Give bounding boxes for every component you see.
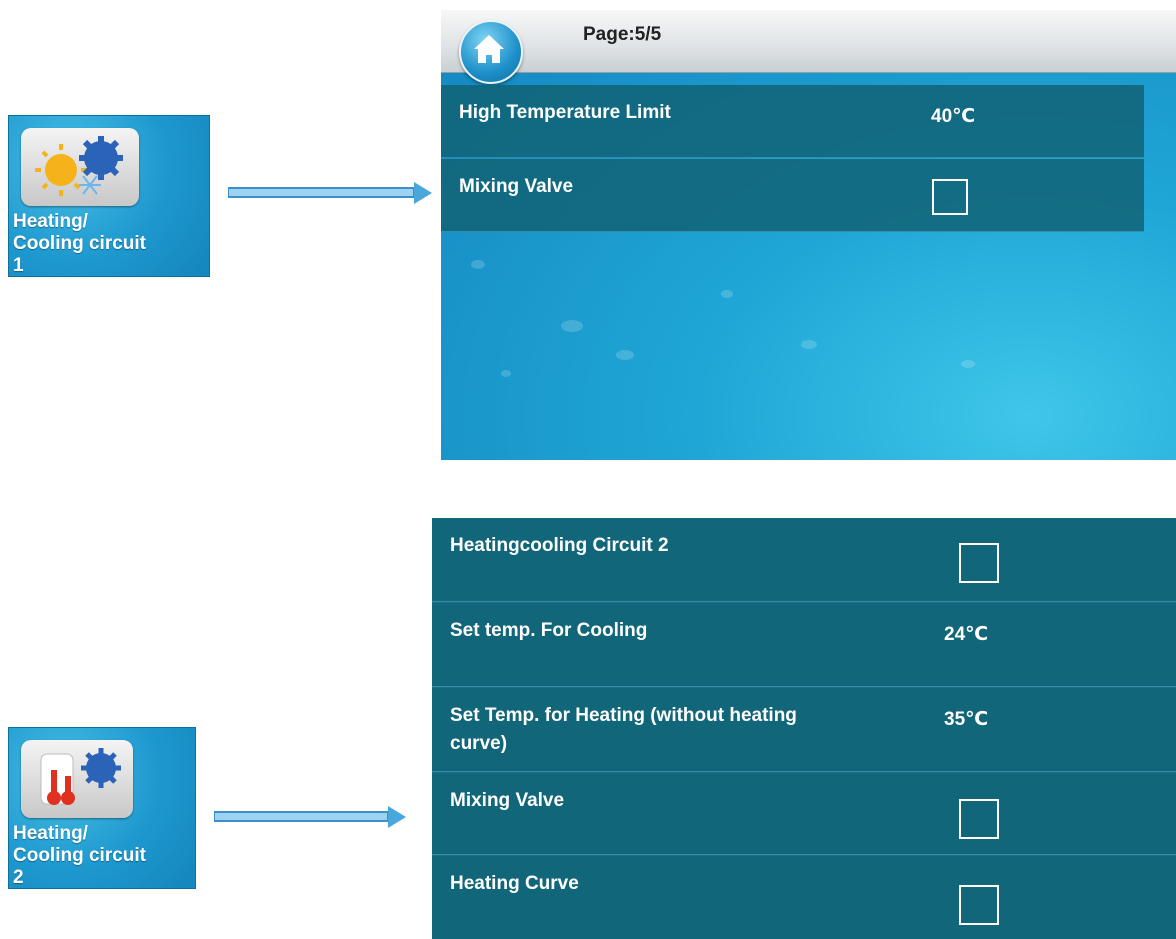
tile-label-line-1: Heating/ — [13, 823, 88, 844]
setting-label: Heatingcooling Circuit 2 — [450, 535, 669, 556]
setting-label: Mixing Valve — [459, 176, 574, 197]
settings-screen-page-5: Page:5/5 High Temperature Limit 40℃ Mixi… — [441, 10, 1176, 460]
high-temperature-limit-row[interactable]: High Temperature Limit 40℃ — [441, 85, 1144, 158]
set-temp-for-heating-row[interactable]: Set Temp. for Heating (without heating c… — [432, 688, 1176, 772]
heating-cooling-circuit-2-row: Heatingcooling Circuit 2 — [432, 518, 1176, 602]
heating-cooling-circuit-2-screen: Heatingcooling Circuit 2 Set temp. For C… — [432, 518, 1176, 939]
setting-value[interactable]: 40℃ — [931, 105, 975, 128]
setting-value[interactable]: 35℃ — [944, 708, 988, 731]
setting-label: Mixing Valve — [450, 790, 565, 811]
title-bar — [441, 10, 1176, 73]
tile-label-line-2: Cooling circuit — [13, 233, 146, 254]
setting-label: Heating Curve — [450, 873, 579, 894]
tile-label-line-1: Heating/ — [13, 211, 88, 232]
mixing-valve-row: Mixing Valve — [441, 159, 1144, 232]
sun-snowflake-gear-icon — [21, 128, 139, 206]
tile-label-line-3: 1 — [13, 255, 24, 276]
mixing-valve-checkbox[interactable] — [959, 799, 999, 839]
heating-curve-row: Heating Curve — [432, 856, 1176, 939]
tile-label-line-3: 2 — [13, 867, 24, 888]
setting-value[interactable]: 24℃ — [944, 623, 988, 646]
setting-label-line-1: Set Temp. for Heating (without heating — [450, 705, 797, 726]
home-button[interactable] — [459, 20, 523, 84]
heating-cooling-circuit-2-tile[interactable]: Heating/ Cooling circuit 2 — [8, 727, 196, 889]
mixing-valve-row: Mixing Valve — [432, 773, 1176, 855]
setting-label: Set temp. For Cooling — [450, 620, 648, 641]
mixing-valve-checkbox[interactable] — [932, 179, 968, 215]
setting-label: High Temperature Limit — [459, 102, 671, 123]
arrow-right-icon — [214, 806, 406, 828]
heating-cooling-circuit-2-checkbox[interactable] — [959, 543, 999, 583]
set-temp-for-cooling-row[interactable]: Set temp. For Cooling 24℃ — [432, 603, 1176, 687]
arrow-right-icon — [228, 182, 432, 204]
page-indicator: Page:5/5 — [583, 24, 662, 45]
tile-label-line-2: Cooling circuit — [13, 845, 146, 866]
setting-label-line-2: curve) — [450, 733, 508, 754]
heating-cooling-circuit-1-tile[interactable]: Heating/ Cooling circuit 1 — [8, 115, 210, 277]
heating-curve-checkbox[interactable] — [959, 885, 999, 925]
thermometer-gear-icon — [21, 740, 133, 818]
home-icon — [474, 35, 504, 63]
